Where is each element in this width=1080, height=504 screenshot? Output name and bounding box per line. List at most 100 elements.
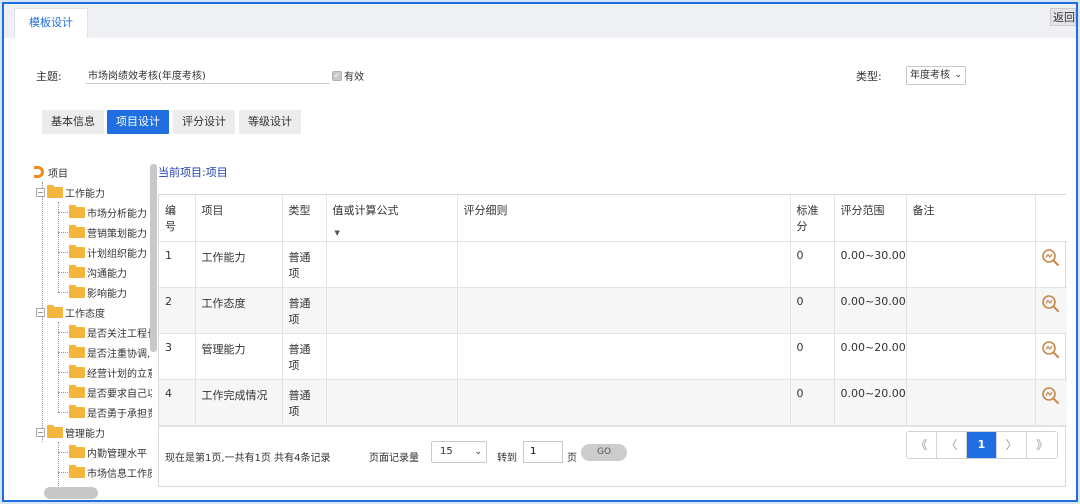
folder-icon bbox=[69, 204, 85, 218]
cell-item: 工作完成情况 bbox=[195, 379, 283, 426]
collapse-icon[interactable]: − bbox=[36, 427, 45, 437]
cell-score-range: 0.00~20.00 bbox=[834, 333, 907, 380]
col-no[interactable]: 编号 bbox=[159, 195, 196, 242]
sort-down-icon[interactable]: ▼ bbox=[335, 229, 340, 237]
root-icon bbox=[34, 166, 44, 178]
subject-label: 主题: bbox=[36, 70, 62, 83]
tree-leaf[interactable]: 市场信息工作质 bbox=[58, 462, 152, 482]
cell-type: 普通项 bbox=[282, 287, 327, 334]
col-score-range[interactable]: 评分范围 bbox=[834, 195, 907, 242]
subject-input[interactable] bbox=[86, 66, 330, 84]
table-header-row: 编号 项目 类型 值或计算公式 ▼ 评分细则 标准分 评分范围 备注 bbox=[159, 195, 1067, 242]
col-rules[interactable]: 评分细则 bbox=[457, 195, 791, 242]
tree-root[interactable]: 项目 bbox=[34, 162, 68, 182]
tab-template-design[interactable]: 模板设计 bbox=[14, 8, 88, 38]
type-label: 类型: bbox=[856, 70, 882, 83]
folder-icon bbox=[69, 464, 85, 478]
cell-formula bbox=[326, 379, 458, 426]
pagesize-label: 页面记录量 bbox=[369, 452, 419, 464]
pagination-bar: 现在是第1页,一共有1页 共有4条记录 页面记录量 15 ⌄ 转到 页 GO 《… bbox=[159, 425, 1065, 486]
cell-rules bbox=[457, 379, 791, 426]
last-page-button[interactable]: 》 bbox=[1027, 431, 1057, 458]
project-tree: 项目 − 工作能力 市场分析能力 营销策划能力 计划组织能力 沟通能力 影响能力… bbox=[32, 162, 152, 492]
tree-root-label: 项目 bbox=[48, 168, 68, 180]
cell-note bbox=[906, 241, 1036, 288]
next-page-button[interactable]: 〉 bbox=[997, 431, 1027, 458]
current-page-button[interactable]: 1 bbox=[967, 431, 997, 458]
cell-actions bbox=[1035, 241, 1067, 288]
folder-icon bbox=[69, 364, 85, 378]
prev-page-button[interactable]: 〈 bbox=[937, 431, 967, 458]
cell-actions bbox=[1035, 333, 1067, 380]
scoring-design-button[interactable]: 评分设计 bbox=[173, 110, 235, 134]
col-item[interactable]: 项目 bbox=[195, 195, 283, 242]
tree-leaf[interactable]: 是否勇于承担责 bbox=[58, 402, 152, 422]
tree-leaf[interactable]: 内勤管理水平 bbox=[58, 442, 147, 462]
tree-leaf[interactable]: 是否关注工程长 bbox=[58, 322, 152, 342]
view-detail-icon[interactable] bbox=[1041, 340, 1061, 360]
go-button[interactable]: GO bbox=[581, 443, 627, 461]
table-row[interactable]: 4 工作完成情况 普通项 0 0.00~20.00 bbox=[159, 379, 1067, 426]
table-row[interactable]: 2 工作态度 普通项 0 0.00~30.00 bbox=[159, 287, 1067, 334]
cell-score-range: 0.00~30.00 bbox=[834, 241, 907, 288]
item-design-button[interactable]: 项目设计 bbox=[107, 110, 169, 134]
cell-type: 普通项 bbox=[282, 241, 327, 288]
cell-item: 管理能力 bbox=[195, 333, 283, 380]
grade-design-button[interactable]: 等级设计 bbox=[239, 110, 301, 134]
cell-rules bbox=[457, 241, 791, 288]
valid-checkbox-group[interactable]: ✓ 有效 bbox=[332, 68, 364, 83]
valid-label: 有效 bbox=[344, 72, 364, 83]
folder-icon bbox=[47, 304, 63, 318]
col-formula[interactable]: 值或计算公式 ▼ bbox=[326, 195, 458, 242]
tree-leaf[interactable]: 经营计划的立意 bbox=[58, 362, 152, 382]
col-note[interactable]: 备注 bbox=[906, 195, 1036, 242]
page-unit-label: 页 bbox=[567, 452, 577, 464]
cell-no: 4 bbox=[159, 379, 196, 426]
tree-leaf[interactable]: 计划组织能力 bbox=[58, 242, 147, 262]
folder-icon bbox=[69, 444, 85, 458]
tree-group-label: 管理能力 bbox=[65, 428, 105, 440]
view-detail-icon[interactable] bbox=[1041, 386, 1061, 406]
goto-page-input[interactable] bbox=[523, 440, 563, 463]
collapse-icon[interactable]: − bbox=[36, 187, 45, 197]
items-table: 编号 项目 类型 值或计算公式 ▼ 评分细则 标准分 评分范围 备注 1 工作能… bbox=[159, 195, 1067, 426]
cell-standard-score: 0 bbox=[790, 287, 835, 334]
page-buttons: 《 〈 1 〉 》 bbox=[906, 430, 1058, 459]
back-button[interactable]: 返回 bbox=[1050, 8, 1076, 26]
tree-group[interactable]: − 工作能力 bbox=[36, 182, 105, 202]
tree-leaf[interactable]: 影响能力 bbox=[58, 282, 127, 302]
cell-standard-score: 0 bbox=[790, 241, 835, 288]
tree-leaf[interactable]: 营销策划能力 bbox=[58, 222, 147, 242]
view-detail-icon[interactable] bbox=[1041, 248, 1061, 268]
tree-vertical-scrollbar[interactable] bbox=[150, 164, 157, 352]
col-formula-label: 值或计算公式 bbox=[332, 204, 399, 217]
cell-formula bbox=[326, 287, 458, 334]
basic-info-button[interactable]: 基本信息 bbox=[42, 110, 104, 134]
current-item-value: 项目 bbox=[205, 166, 228, 179]
col-standard-score[interactable]: 标准分 bbox=[790, 195, 835, 242]
cell-no: 1 bbox=[159, 241, 196, 288]
folder-icon bbox=[69, 324, 85, 338]
tree-leaf[interactable]: 是否注重协调, bbox=[58, 342, 150, 362]
first-page-button[interactable]: 《 bbox=[907, 431, 937, 458]
pagesize-select[interactable]: 15 ⌄ bbox=[431, 440, 487, 463]
goto-label: 转到 bbox=[497, 452, 517, 464]
current-item-label: 当前项目: bbox=[158, 166, 206, 179]
tree-leaf[interactable]: 是否要求自己以 bbox=[58, 382, 152, 402]
tree-group-label: 工作能力 bbox=[65, 188, 105, 200]
table-row[interactable]: 3 管理能力 普通项 0 0.00~20.00 bbox=[159, 333, 1067, 380]
view-detail-icon[interactable] bbox=[1041, 294, 1061, 314]
table-row[interactable]: 1 工作能力 普通项 0 0.00~30.00 bbox=[159, 241, 1067, 288]
collapse-icon[interactable]: − bbox=[36, 307, 45, 317]
col-type[interactable]: 类型 bbox=[282, 195, 327, 242]
tree-leaf[interactable]: 沟通能力 bbox=[58, 262, 127, 282]
cell-standard-score: 0 bbox=[790, 333, 835, 380]
tree-group[interactable]: − 管理能力 bbox=[36, 422, 105, 442]
type-select[interactable]: 年度考核 ⌄ bbox=[906, 66, 966, 85]
tree-group[interactable]: − 工作态度 bbox=[36, 302, 105, 322]
valid-checkbox[interactable]: ✓ bbox=[332, 70, 342, 81]
tree-leaf[interactable]: 市场分析能力 bbox=[58, 202, 147, 222]
tree-horizontal-scrollbar[interactable] bbox=[44, 487, 98, 499]
col-actions bbox=[1035, 195, 1067, 242]
cell-rules bbox=[457, 287, 791, 334]
